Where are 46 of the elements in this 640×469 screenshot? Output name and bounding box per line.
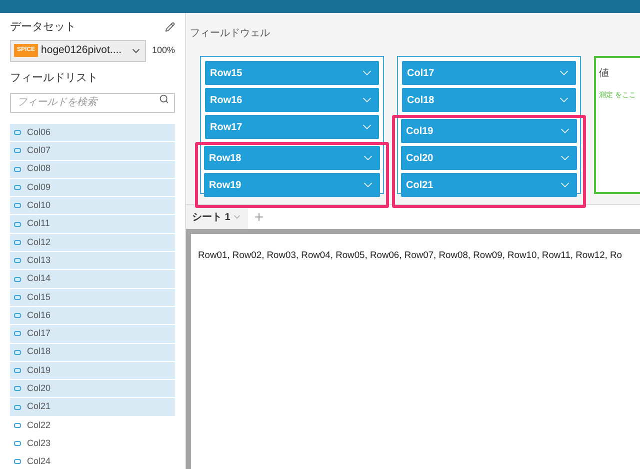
field-list-item[interactable]: Col16 [10,306,175,324]
dimension-icon [14,203,21,208]
dimension-icon [14,148,21,154]
dimension-icon [14,441,21,446]
field-list-item[interactable]: Col15 [10,288,175,306]
dimension-icon [14,386,21,392]
dimension-icon [14,240,21,245]
field-list-item[interactable]: Col09 [10,178,175,196]
field-list-item[interactable]: Col19 [10,362,175,380]
field-list-item[interactable]: Col20 [10,380,175,398]
dimension-icon [14,368,21,373]
dimension-icon [14,276,21,282]
field-list-item[interactable]: Col07 [10,142,175,160]
field-list-item[interactable]: Col06 [10,124,175,142]
dimension-icon [14,130,21,136]
field-list-item[interactable]: Col08 [10,160,175,178]
dimension-icon [14,294,21,300]
percent-label: 100% [152,44,175,57]
edit-icon[interactable] [165,22,175,32]
dimension-icon [14,166,21,172]
field-list-item[interactable]: Col21 [10,398,175,416]
dimension-icon [14,185,21,190]
field-list-item[interactable]: Col17 [10,325,175,343]
dataset-label: データセット [10,20,76,35]
add-sheet-icon[interactable] [253,211,266,223]
canvas-text: Row01, Row02, Row03, Row04, Row05, Row06, Row07, Row08, Row09, Row10, Row11, Row12, Ro [198,249,622,260]
dimension-icon [14,404,21,410]
field-list-item[interactable]: Col10 [10,197,175,214]
sheet-tab[interactable]: シート 1 [186,205,248,229]
field-list-label: フィールドリスト [10,70,99,86]
dimension-icon [14,222,21,227]
field-list-item[interactable]: Col14 [10,270,175,288]
values-title: 値 [599,67,610,81]
dimension-icon [14,350,21,355]
field-wells-title: フィールドウェル [190,28,270,39]
dimension-icon [14,331,21,336]
field-list-item[interactable]: Col11 [10,215,175,233]
field-list-item[interactable]: Col18 [10,344,175,361]
dimension-icon [14,258,21,264]
dimension-icon [14,459,21,464]
search-icon [159,94,169,104]
dimension-icon [14,422,21,428]
field-list-item[interactable]: Col13 [10,252,175,270]
field-list-item[interactable]: Col12 [10,234,175,252]
dimension-icon [14,313,21,318]
search-field[interactable]: フィールドを検索 [10,92,175,112]
